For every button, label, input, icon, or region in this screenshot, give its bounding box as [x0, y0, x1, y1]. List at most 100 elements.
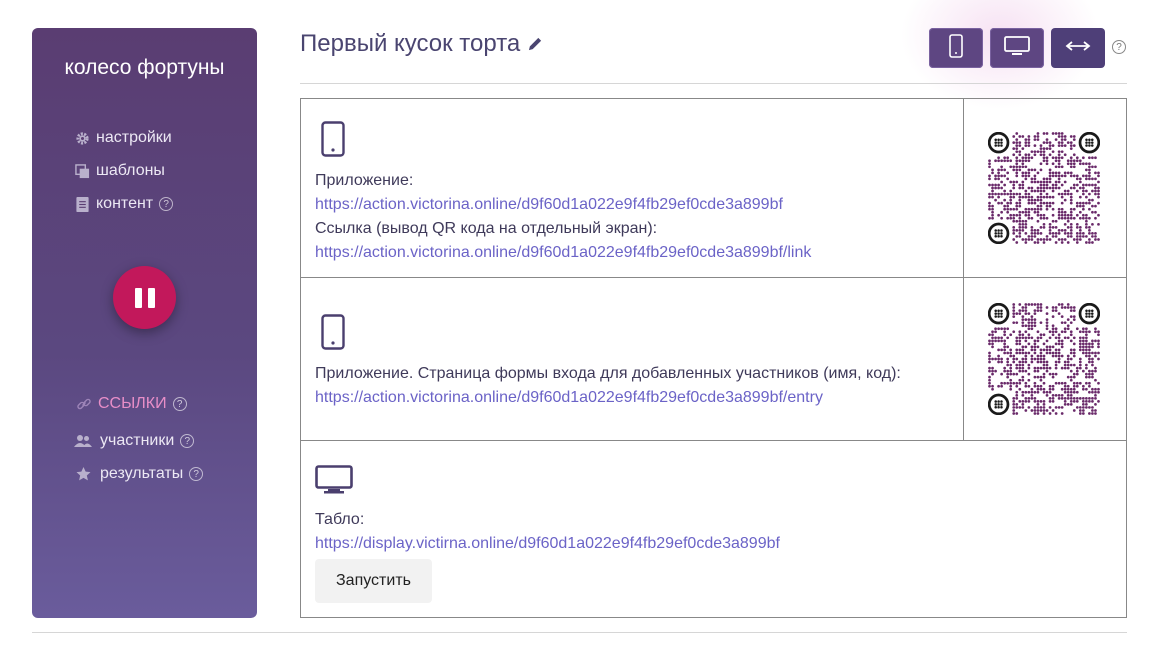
help-icon[interactable]: ?	[1112, 40, 1126, 54]
qr-module	[1072, 396, 1076, 400]
qr-module	[1051, 387, 1055, 391]
pause-button[interactable]	[113, 266, 176, 329]
qr-module	[1018, 339, 1022, 343]
qr-module	[997, 354, 1000, 358]
qr-module	[1097, 171, 1100, 175]
qr-module	[1033, 409, 1037, 412]
qr-module	[1039, 162, 1043, 166]
qr-module	[1069, 333, 1073, 337]
qr-module	[1088, 156, 1091, 160]
sidebar-item-links[interactable]: ССЫЛКИ ?	[76, 395, 187, 413]
qr-link[interactable]: https://action.victorina.online/d9f60d1a…	[315, 241, 811, 265]
launch-button[interactable]: Запустить	[315, 559, 432, 603]
mobile-view-button[interactable]	[929, 28, 983, 68]
qr-module	[1042, 381, 1046, 385]
entry-link[interactable]: https://action.victorina.online/d9f60d1a…	[315, 386, 901, 410]
qr-module	[1024, 312, 1028, 315]
qr-module	[988, 384, 991, 388]
qr-module	[1051, 354, 1055, 358]
fullwidth-button[interactable]	[1051, 28, 1105, 68]
qr-module	[1085, 235, 1088, 238]
qr-module	[1033, 201, 1037, 205]
qr-module	[988, 375, 991, 379]
qr-module	[1063, 135, 1067, 138]
qr-module	[1081, 330, 1085, 334]
sidebar-item-participants[interactable]: участники ?	[74, 432, 195, 450]
qr-module	[1075, 384, 1079, 388]
qr-module	[1060, 321, 1064, 325]
qr-module	[1057, 207, 1061, 211]
qr-module	[1021, 156, 1025, 160]
qr-module	[1042, 354, 1046, 358]
qr-module	[1024, 360, 1028, 364]
qr-module	[1072, 372, 1076, 376]
sidebar-item-templates[interactable]: шаблоны	[74, 162, 165, 180]
qr-module	[1042, 342, 1046, 346]
qr-module	[1069, 198, 1073, 202]
qr-module	[1088, 201, 1091, 205]
sidebar-item-label: участники	[100, 432, 175, 449]
qr-module	[1009, 180, 1013, 184]
qr-module	[1057, 357, 1061, 361]
qr-finder-dot	[997, 138, 1000, 141]
qr-module	[1088, 330, 1091, 334]
qr-module	[1036, 207, 1040, 211]
sidebar-item-settings[interactable]: настройки	[74, 129, 172, 147]
qr-module	[1042, 348, 1046, 352]
qr-finder-dot	[994, 138, 997, 141]
qr-module	[1051, 393, 1055, 397]
qr-finder-dot	[997, 309, 1000, 312]
qr-module	[1030, 186, 1034, 190]
qr-module	[1018, 150, 1022, 154]
help-icon[interactable]: ?	[180, 434, 195, 448]
qr-module	[1027, 138, 1031, 141]
qr-module	[1018, 183, 1022, 187]
qr-module	[1085, 363, 1088, 367]
qr-module	[1085, 406, 1088, 409]
qr-module	[1015, 207, 1019, 211]
qr-module	[1003, 333, 1007, 337]
qr-module	[1015, 144, 1019, 147]
qr-module	[1072, 165, 1076, 169]
qr-module	[1088, 372, 1091, 376]
qr-module	[1036, 400, 1040, 403]
sidebar-item-content[interactable]: контент ?	[74, 195, 174, 213]
qr-module	[1075, 369, 1079, 373]
qr-module	[1066, 232, 1070, 235]
qr-module	[1097, 390, 1100, 394]
qr-module	[1078, 159, 1082, 163]
qr-module	[1042, 406, 1046, 409]
qr-module	[1021, 400, 1025, 403]
qr-module	[1045, 204, 1049, 208]
qr-finder-dot	[1000, 232, 1003, 235]
qr-module	[1024, 159, 1028, 163]
qr-module	[1042, 141, 1046, 144]
qr-module	[1024, 141, 1028, 144]
qr-module	[1081, 369, 1085, 373]
help-icon[interactable]: ?	[172, 397, 187, 411]
app-link[interactable]: https://action.victorina.online/d9f60d1a…	[315, 193, 811, 217]
qr-module	[1039, 357, 1043, 361]
display-link[interactable]: https://display.victirna.online/d9f60d1a…	[315, 532, 780, 556]
qr-module	[1054, 180, 1058, 184]
pencil-icon[interactable]	[528, 30, 543, 58]
qr-module	[1027, 141, 1031, 144]
qr-module	[1081, 412, 1085, 415]
qr-module	[1060, 406, 1064, 409]
qr-module	[991, 330, 994, 334]
qr-module	[1081, 339, 1085, 343]
qr-module	[1027, 235, 1031, 238]
qr-module	[1066, 390, 1070, 394]
qr-module	[1015, 138, 1019, 141]
qr-module	[1063, 222, 1067, 226]
qr-module	[1088, 162, 1091, 166]
qr-module	[1081, 345, 1085, 349]
qr-module	[1094, 409, 1097, 412]
help-icon[interactable]: ?	[159, 197, 174, 211]
qr-module	[1030, 315, 1034, 318]
qr-module	[1048, 406, 1052, 409]
qr-finder-dot	[994, 400, 997, 403]
sidebar-item-results[interactable]: результаты ?	[74, 465, 204, 483]
help-icon[interactable]: ?	[189, 467, 204, 481]
desktop-view-button[interactable]	[990, 28, 1044, 68]
